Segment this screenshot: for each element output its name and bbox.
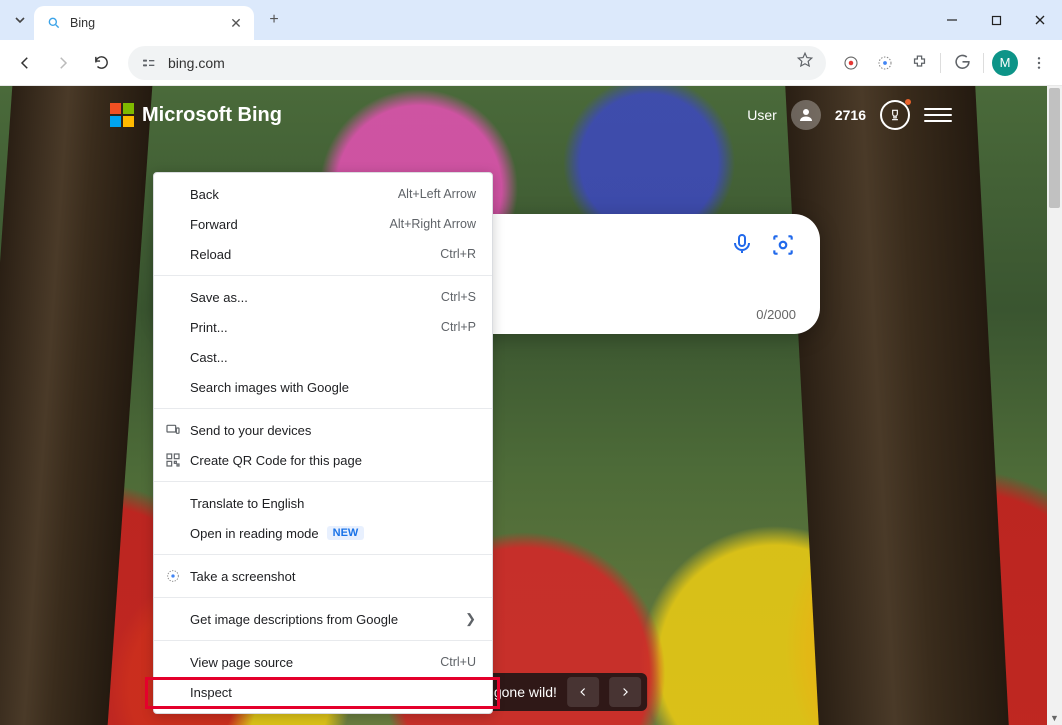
extension-icon-1[interactable] [836,48,866,78]
browser-menu-button[interactable] [1024,48,1054,78]
context-menu-item[interactable]: Take a screenshot [154,561,492,591]
browser-toolbar: bing.com M [0,40,1062,86]
context-menu-item[interactable]: Inspect [154,677,492,707]
context-menu-item[interactable]: Forward Alt+Right Arrow [154,209,492,239]
scroll-thumb[interactable] [1049,88,1060,208]
bing-menu-button[interactable] [924,101,952,129]
back-button[interactable] [8,46,42,80]
url-text: bing.com [168,55,786,71]
context-menu-item[interactable]: Save as... Ctrl+S [154,282,492,312]
qr-icon [164,451,182,469]
context-menu-item[interactable]: Cast... [154,342,492,372]
context-menu-separator [154,597,492,598]
context-menu-item[interactable]: Translate to English [154,488,492,518]
caption-next-button[interactable] [609,677,641,707]
rewards-trophy-icon[interactable] [880,100,910,130]
address-bar[interactable]: bing.com [128,46,826,80]
bookmark-star-icon[interactable] [796,51,814,74]
context-menu-item[interactable]: Reload Ctrl+R [154,239,492,269]
context-menu-label: Reload [190,247,231,262]
toolbar-separator [983,53,984,73]
rewards-points[interactable]: 2716 [835,107,866,123]
tab-title: Bing [70,16,220,30]
image-search-icon[interactable] [770,232,796,263]
site-info-icon[interactable] [140,54,158,72]
context-menu-label: Open in reading mode [190,526,319,541]
user-label[interactable]: User [747,107,777,123]
context-menu-item[interactable]: Create QR Code for this page [154,445,492,475]
context-menu-item[interactable]: View page source Ctrl+U [154,647,492,677]
extension-icon-2[interactable] [870,48,900,78]
bing-favicon-icon [46,15,62,31]
shortcut-label: Ctrl+S [441,290,476,304]
bing-header: Microsoft Bing User 2716 [110,100,952,130]
context-menu-label: Cast... [190,350,228,365]
context-menu-item[interactable]: Search images with Google [154,372,492,402]
context-menu-separator [154,640,492,641]
context-menu-label: View page source [190,655,293,670]
submenu-arrow-icon: ❯ [465,611,476,627]
camera-icon [164,567,182,585]
window-close-button[interactable] [1018,0,1062,40]
bing-logo-text: Microsoft Bing [142,104,282,127]
user-avatar-icon[interactable] [791,100,821,130]
shortcut-label: Ctrl+R [440,247,476,261]
context-menu-item[interactable]: Send to your devices [154,415,492,445]
tree-trunk-decor [785,86,1008,725]
forward-button[interactable] [46,46,80,80]
window-maximize-button[interactable] [974,0,1018,40]
context-menu-label: Save as... [190,290,248,305]
shortcut-label: Ctrl+U [440,655,476,669]
context-menu-label: Back [190,187,219,202]
new-tab-button[interactable]: + [260,6,288,34]
browser-tab[interactable]: Bing ✕ [34,6,254,40]
context-menu-label: Create QR Code for this page [190,453,362,468]
context-menu-label: Send to your devices [190,423,311,438]
context-menu-label: Get image descriptions from Google [190,612,398,627]
context-menu-label: Inspect [190,685,232,700]
toolbar-separator [940,53,941,73]
context-menu-label: Forward [190,217,238,232]
browser-titlebar: Bing ✕ + [0,0,1062,40]
reload-button[interactable] [84,46,118,80]
google-shortcut-icon[interactable] [947,48,977,78]
context-menu-separator [154,481,492,482]
context-menu-label: Search images with Google [190,380,349,395]
new-badge: NEW [327,526,365,540]
context-menu-item[interactable]: Open in reading mode NEW [154,518,492,548]
shortcut-label: Ctrl+P [441,320,476,334]
extensions-button[interactable] [904,48,934,78]
context-menu-label: Translate to English [190,496,304,511]
voice-search-icon[interactable] [730,232,754,261]
shortcut-label: Alt+Right Arrow [390,217,477,231]
context-menu-separator [154,275,492,276]
profile-avatar[interactable]: M [990,48,1020,78]
devices-icon [164,421,182,439]
context-menu: Back Alt+Left Arrow Forward Alt+Right Arrow… [153,172,493,714]
context-menu-item[interactable]: Back Alt+Left Arrow [154,179,492,209]
scroll-down-arrow-icon[interactable]: ▼ [1047,710,1062,725]
context-menu-item[interactable]: Print... Ctrl+P [154,312,492,342]
context-menu-label: Print... [190,320,228,335]
window-minimize-button[interactable] [930,0,974,40]
caption-prev-button[interactable] [567,677,599,707]
shortcut-label: Alt+Left Arrow [398,187,476,201]
context-menu-item[interactable]: Get image descriptions from Google ❯ [154,604,492,634]
microsoft-logo-icon [110,103,134,127]
tab-close-button[interactable]: ✕ [228,15,244,31]
tab-search-dropdown[interactable] [6,6,34,34]
context-menu-separator [154,554,492,555]
tree-trunk-decor [0,86,152,725]
vertical-scrollbar[interactable]: ▲ ▼ [1047,86,1062,725]
context-menu-separator [154,408,492,409]
context-menu-label: Take a screenshot [190,569,296,584]
